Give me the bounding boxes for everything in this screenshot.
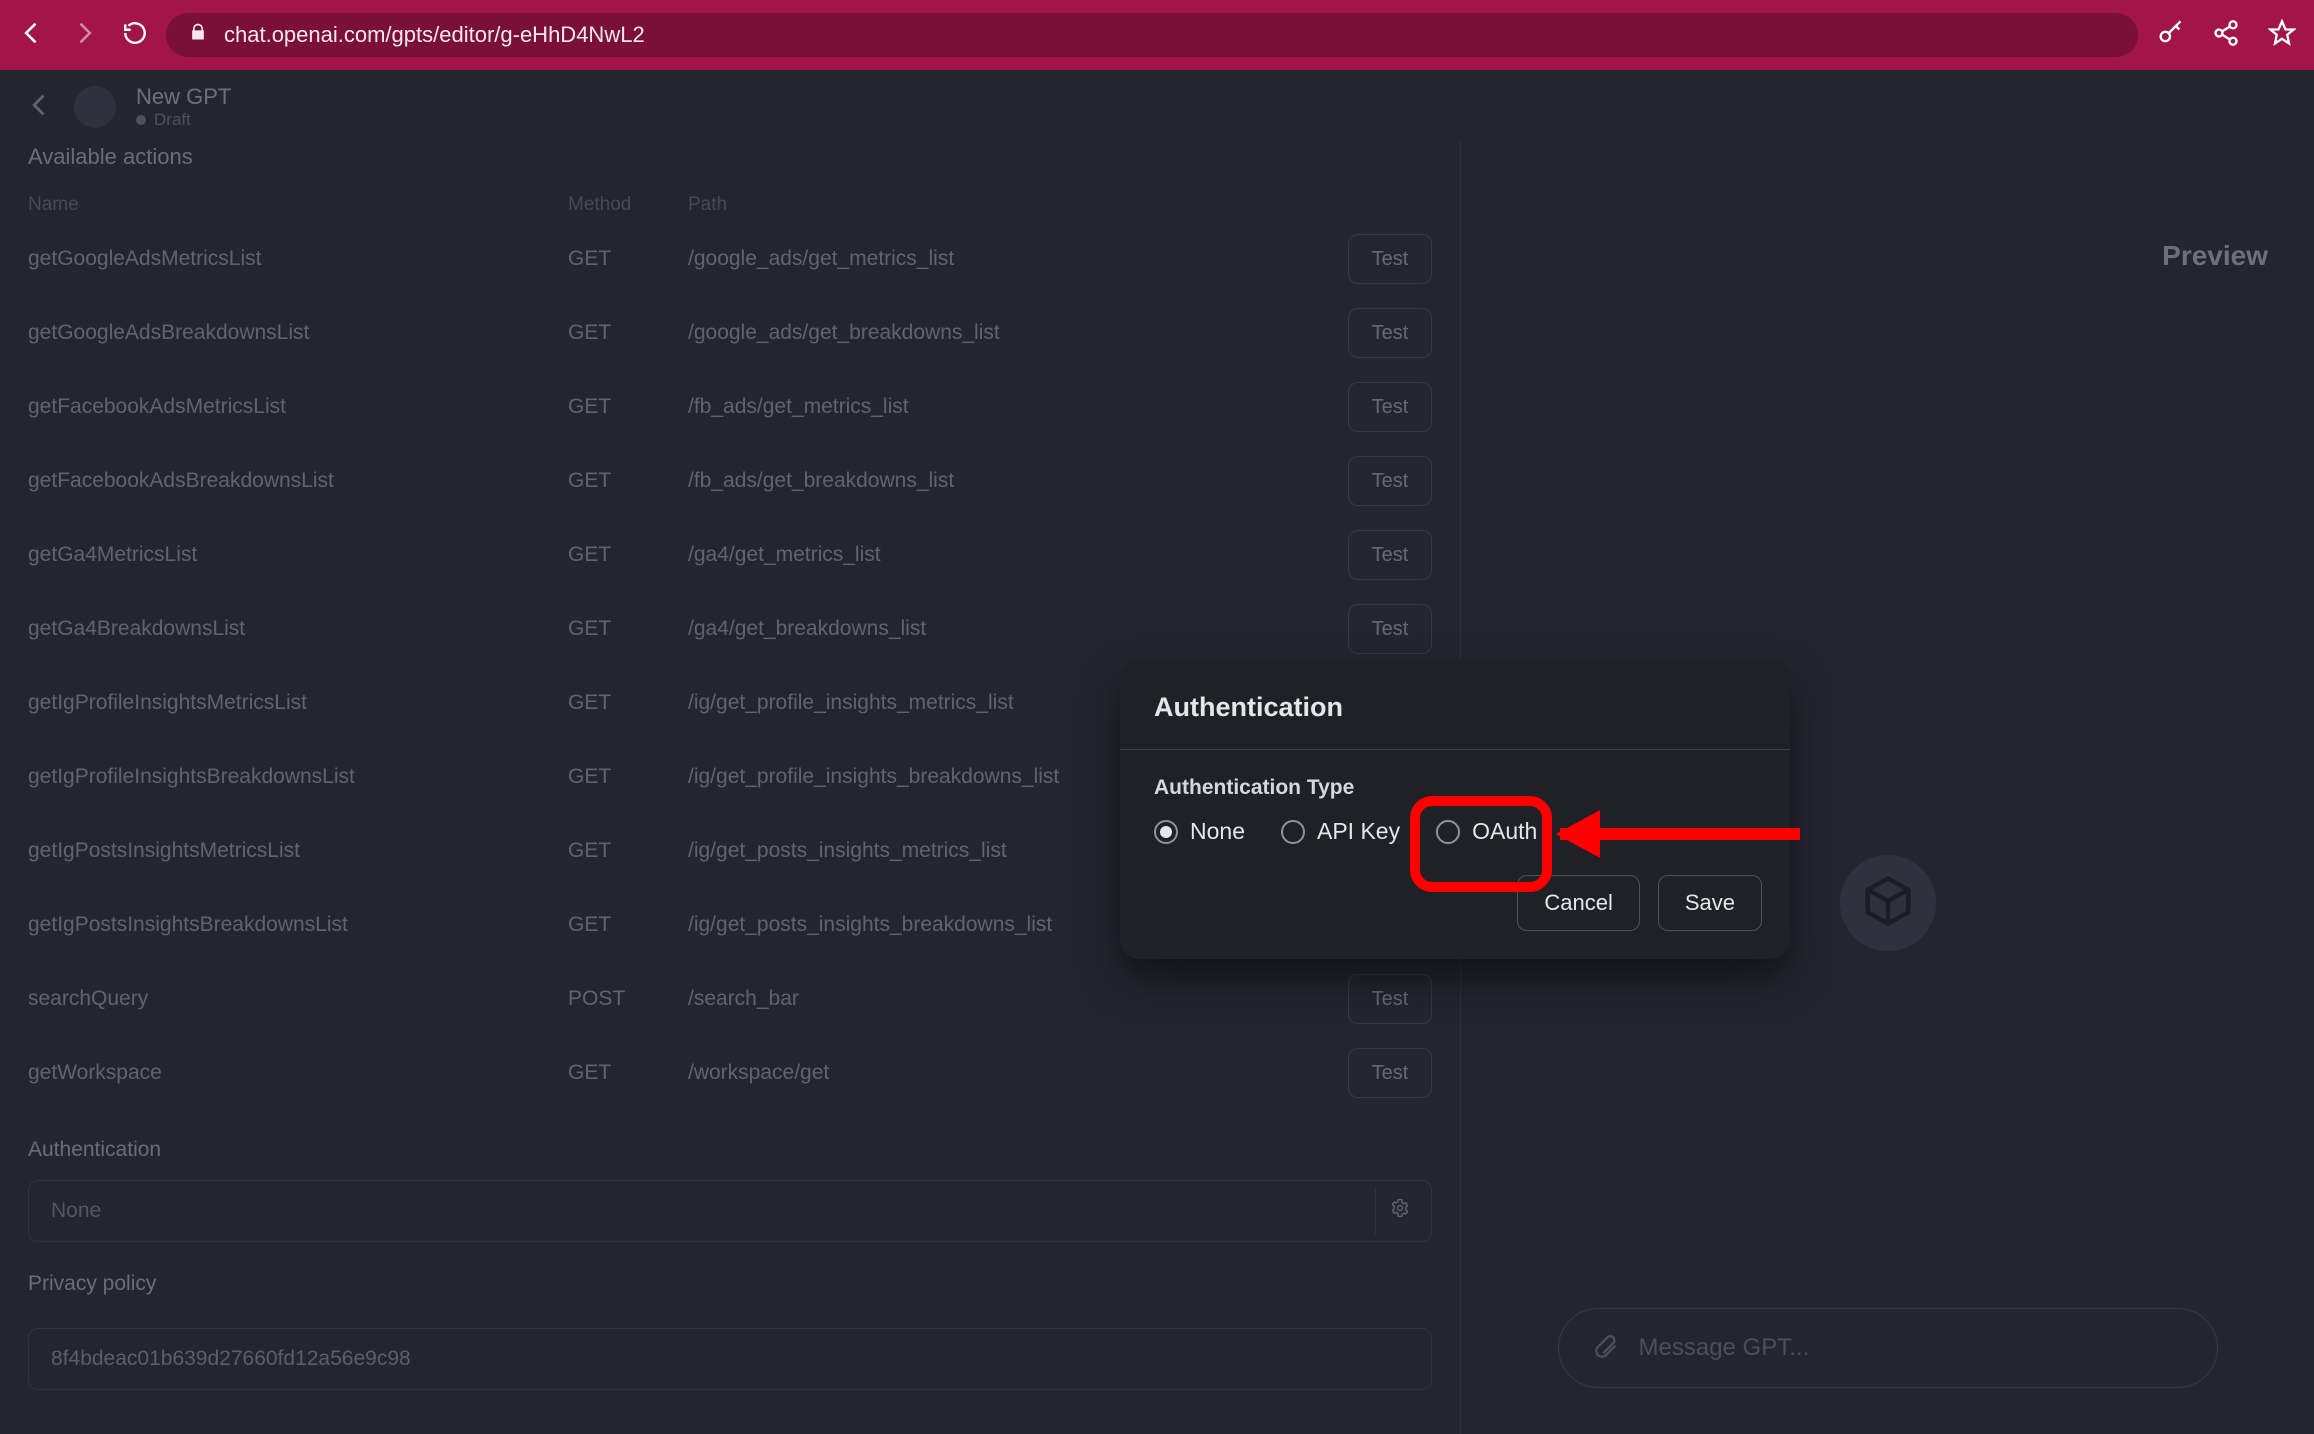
action-row: getFacebookAdsMetricsListGET/fb_ads/get_… [28, 370, 1432, 444]
action-name: getFacebookAdsMetricsList [28, 395, 568, 419]
action-name: getIgPostsInsightsMetricsList [28, 839, 568, 863]
forward-icon[interactable] [70, 19, 98, 52]
action-row: getFacebookAdsBreakdownsListGET/fb_ads/g… [28, 444, 1432, 518]
action-path: /ga4/get_breakdowns_list [688, 617, 1312, 641]
preview-model-avatar [1840, 855, 1936, 951]
action-method: GET [568, 469, 688, 493]
key-icon[interactable] [2156, 19, 2184, 52]
auth-type-none[interactable]: None [1154, 818, 1245, 845]
editor-back-icon[interactable] [26, 91, 54, 124]
test-button[interactable]: Test [1348, 234, 1432, 284]
action-path: /ga4/get_metrics_list [688, 543, 1312, 567]
message-input[interactable]: Message GPT... [1558, 1308, 2218, 1388]
actions-table-header: Name Method Path [28, 188, 1432, 222]
star-icon[interactable] [2268, 19, 2296, 52]
action-method: GET [568, 765, 688, 789]
action-name: getWorkspace [28, 1061, 568, 1085]
action-path: /fb_ads/get_breakdowns_list [688, 469, 1312, 493]
action-method: GET [568, 543, 688, 567]
test-button[interactable]: Test [1348, 604, 1432, 654]
action-row: getGa4MetricsListGET/ga4/get_metrics_lis… [28, 518, 1432, 592]
test-button[interactable]: Test [1348, 974, 1432, 1024]
test-button[interactable]: Test [1348, 308, 1432, 358]
action-method: GET [568, 321, 688, 345]
test-button[interactable]: Test [1348, 1048, 1432, 1098]
authentication-field[interactable]: None [28, 1180, 1432, 1242]
url-text: chat.openai.com/gpts/editor/g-eHhD4NwL2 [224, 22, 645, 48]
action-method: GET [568, 913, 688, 937]
action-path: /workspace/get [688, 1061, 1312, 1085]
col-method: Method [568, 194, 688, 216]
save-button[interactable]: Save [1658, 875, 1762, 931]
privacy-policy-label: Privacy policy [28, 1272, 1432, 1296]
share-icon[interactable] [2212, 19, 2240, 52]
action-method: GET [568, 395, 688, 419]
attachment-icon[interactable] [1591, 1331, 1619, 1366]
radio-icon [1154, 820, 1178, 844]
action-name: searchQuery [28, 987, 568, 1011]
action-name: getGoogleAdsMetricsList [28, 247, 568, 271]
action-row: getWorkspaceGET/workspace/get Test [28, 1036, 1432, 1110]
cube-icon [1861, 874, 1915, 933]
action-method: GET [568, 617, 688, 641]
action-path: /search_bar [688, 987, 1312, 1011]
message-placeholder: Message GPT... [1639, 1334, 1810, 1362]
action-method: GET [568, 247, 688, 271]
auth-type-apikey[interactable]: API Key [1281, 818, 1400, 845]
address-bar[interactable]: chat.openai.com/gpts/editor/g-eHhD4NwL2 [166, 13, 2138, 57]
action-row: getGoogleAdsMetricsListGET/google_ads/ge… [28, 222, 1432, 296]
action-name: getGoogleAdsBreakdownsList [28, 321, 568, 345]
gpt-avatar-placeholder[interactable] [74, 86, 116, 128]
reload-icon[interactable] [122, 20, 148, 51]
annotation-highlight-box [1410, 796, 1552, 892]
app-root: New GPT Draft Available actions Name Met… [0, 70, 2314, 1434]
col-path: Path [688, 194, 1312, 216]
gear-icon [1390, 1198, 1410, 1224]
action-row: getGa4BreakdownsListGET/ga4/get_breakdow… [28, 592, 1432, 666]
authentication-label: Authentication [28, 1138, 1432, 1162]
annotation-arrow [1560, 828, 1800, 840]
action-method: GET [568, 839, 688, 863]
modal-title: Authentication [1120, 660, 1790, 750]
action-name: getGa4BreakdownsList [28, 617, 568, 641]
action-path: /google_ads/get_breakdowns_list [688, 321, 1312, 345]
test-button[interactable]: Test [1348, 382, 1432, 432]
action-name: getIgProfileInsightsBreakdownsList [28, 765, 568, 789]
action-name: getGa4MetricsList [28, 543, 568, 567]
gpt-status: Draft [136, 110, 231, 130]
action-row: getGoogleAdsBreakdownsListGET/google_ads… [28, 296, 1432, 370]
action-path: /fb_ads/get_metrics_list [688, 395, 1312, 419]
action-method: GET [568, 691, 688, 715]
authentication-gear-button[interactable] [1375, 1187, 1423, 1235]
authentication-value: None [51, 1199, 101, 1223]
preview-title: Preview [2162, 240, 2268, 272]
browser-toolbar: chat.openai.com/gpts/editor/g-eHhD4NwL2 [0, 0, 2314, 70]
action-name: getIgPostsInsightsBreakdownsList [28, 913, 568, 937]
test-button[interactable]: Test [1348, 530, 1432, 580]
action-row: searchQueryPOST/search_bar Test [28, 962, 1432, 1036]
back-icon[interactable] [18, 19, 46, 52]
test-button[interactable]: Test [1348, 456, 1432, 506]
editor-header: New GPT Draft [0, 70, 2314, 140]
action-name: getFacebookAdsBreakdownsList [28, 469, 568, 493]
col-name: Name [28, 194, 568, 216]
radio-icon [1281, 820, 1305, 844]
status-dot-icon [136, 115, 146, 125]
action-path: /google_ads/get_metrics_list [688, 247, 1312, 271]
action-method: GET [568, 1061, 688, 1085]
action-method: POST [568, 987, 688, 1011]
gpt-title: New GPT [136, 84, 231, 110]
action-name: getIgProfileInsightsMetricsList [28, 691, 568, 715]
available-actions-title: Available actions [28, 144, 1432, 170]
privacy-policy-input[interactable] [28, 1328, 1432, 1390]
lock-icon [188, 22, 208, 48]
